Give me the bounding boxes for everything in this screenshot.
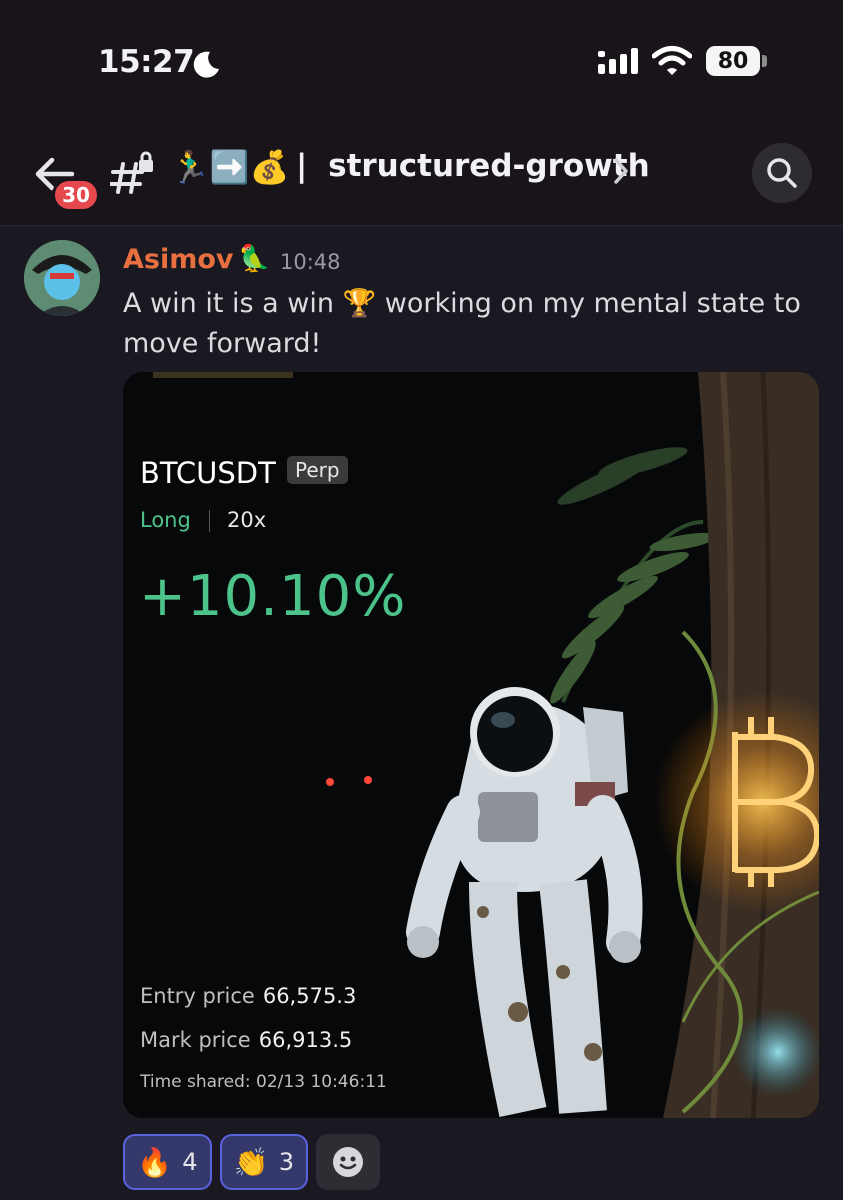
reaction-count: 3 (278, 1148, 295, 1176)
author-name[interactable]: Asimov (123, 244, 234, 275)
message-timestamp: 10:48 (280, 250, 341, 274)
channel-title[interactable]: | structured-growth (296, 148, 650, 184)
channel-separator: | (296, 148, 308, 184)
add-reaction-button[interactable] (316, 1134, 380, 1190)
divider (209, 510, 210, 532)
cellular-signal-icon (598, 48, 638, 74)
entry-price-row: Entry price 66,575.3 (140, 984, 356, 1008)
unread-badge: 30 (52, 178, 100, 212)
status-bar: 15:27 80 (0, 0, 843, 110)
battery-level: 80 (706, 46, 760, 76)
entry-price-value: 66,575.3 (262, 984, 357, 1008)
channel-emoji: 🏃‍♂️➡️💰 (170, 148, 290, 186)
status-time: 15:27 (98, 44, 195, 80)
locked-text-channel-icon (110, 151, 153, 194)
battery-indicator: 80 (706, 46, 768, 76)
mark-price-label: Mark price (140, 1028, 251, 1052)
parrot-role-icon: 🦜 (238, 244, 271, 274)
wifi-icon (652, 46, 692, 75)
trading-pair: BTCUSDT (140, 456, 276, 490)
battery-nub (762, 55, 767, 67)
avatar[interactable] (24, 240, 100, 316)
chevron-right-icon[interactable] (612, 156, 630, 186)
message-text: A win it is a win 🏆 working on my mental… (123, 288, 801, 359)
pnl-percent: +10.10% (139, 564, 407, 629)
channel-header: 30 🏃‍♂️➡️💰 | structured-growth (0, 110, 843, 226)
moon-icon (193, 51, 219, 78)
channel-name: structured-growth (328, 148, 650, 184)
mark-price-value: 66,913.5 (258, 1028, 353, 1052)
mark-price-row: Mark price 66,913.5 (140, 1028, 352, 1052)
reaction-clap[interactable]: 👏 3 (220, 1134, 308, 1190)
reaction-count: 4 (182, 1148, 198, 1176)
position-side: Long (140, 508, 191, 532)
fire-icon: 🔥 (137, 1145, 173, 1179)
search-icon (767, 158, 797, 188)
leverage: 20x (227, 508, 267, 532)
contract-type-badge: Perp (287, 456, 348, 484)
trade-share-card[interactable]: BTCUSDT Perp Long 20x +10.10% Entry pric… (123, 372, 819, 1118)
time-shared: Time shared: 02/13 10:46:11 (140, 1072, 387, 1092)
search-button[interactable] (752, 143, 812, 203)
clapping-hands-icon: 👏 (233, 1145, 269, 1179)
entry-price-label: Entry price (140, 984, 255, 1008)
reaction-fire[interactable]: 🔥 4 (123, 1134, 212, 1190)
smiley-icon (333, 1147, 363, 1177)
